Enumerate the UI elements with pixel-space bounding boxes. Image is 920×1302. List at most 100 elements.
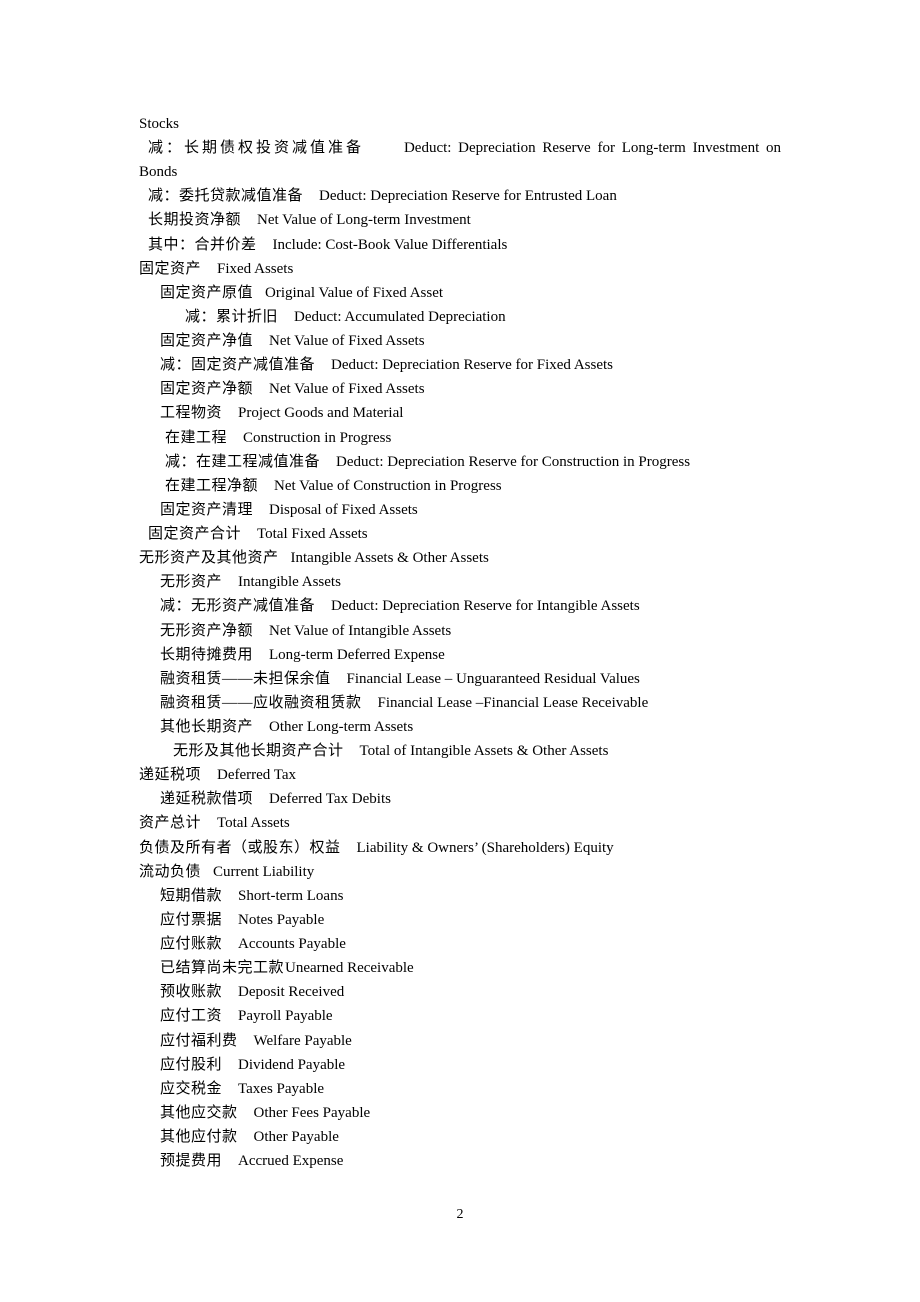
english-term: Long-term Deferred Expense: [269, 646, 445, 663]
english-term: Total Assets: [217, 815, 290, 832]
chinese-term: 其他应交款: [160, 1104, 238, 1121]
chinese-term: 在建工程净额: [165, 477, 259, 494]
chinese-term: 无形资产: [160, 574, 223, 591]
document-line: 其他长期资产 Other Long-term Assets: [160, 717, 413, 737]
english-term: Short-term Loans: [238, 887, 344, 904]
document-line: 无形资产净额 Net Value of Intangible Assets: [160, 621, 451, 641]
english-term: Fixed Assets: [217, 260, 294, 277]
document-line: 其他应交款 Other Fees Payable: [160, 1103, 370, 1123]
chinese-term: 长期待摊费用: [160, 646, 254, 663]
document-line: 在建工程 Construction in Progress: [165, 428, 391, 448]
document-line: 固定资产净值 Net Value of Fixed Assets: [160, 331, 425, 351]
english-term: Bonds: [139, 164, 178, 181]
english-term: Deduct: Depreciation Reserve for Intangi…: [331, 598, 640, 615]
chinese-term: 预提费用: [160, 1153, 223, 1170]
chinese-term: 已结算尚未完工款: [160, 960, 285, 977]
english-term: Payroll Payable: [238, 1008, 333, 1025]
english-term: Accounts Payable: [238, 936, 346, 953]
chinese-term: 减：在建工程减值准备: [165, 453, 321, 470]
english-term: Accrued Expense: [238, 1153, 344, 1170]
english-term: Deduct: Depreciation Reserve for Entrust…: [319, 188, 617, 205]
english-term: Deferred Tax Debits: [269, 791, 391, 808]
chinese-term: 其他长期资产: [160, 719, 254, 735]
document-line: 无形资产 Intangible Assets: [160, 572, 341, 592]
english-term: Other Fees Payable: [253, 1104, 371, 1121]
english-term: Stocks: [139, 116, 180, 132]
document-line: 应交税金 Taxes Payable: [160, 1079, 324, 1099]
document-line: 短期借款 Short-term Loans: [160, 886, 343, 906]
chinese-term: 固定资产合计: [148, 526, 242, 543]
english-term: Net Value of Construction in Progress: [274, 477, 502, 494]
document-line: 应付福利费 Welfare Payable: [160, 1031, 352, 1051]
chinese-term: 融资租赁——应收融资租赁款: [160, 694, 362, 711]
english-term: Deduct: Accumulated Depreciation: [294, 308, 506, 325]
chinese-term: 融资租赁——未担保余值: [160, 670, 331, 687]
english-term: Net Value of Fixed Assets: [269, 333, 425, 350]
english-term: Unearned Receivable: [285, 960, 414, 977]
chinese-term: 预收账款: [160, 984, 223, 1001]
document-line: 已结算尚未完工款Unearned Receivable: [160, 958, 414, 978]
document-line: 其他应付款 Other Payable: [160, 1127, 339, 1147]
chinese-term: 流动负债: [139, 863, 202, 880]
document-line: 预收账款 Deposit Received: [160, 982, 344, 1002]
chinese-term: 固定资产清理: [160, 501, 254, 518]
document-line: 负债及所有者（或股东）权益 Liability & Owners’ (Shareh…: [139, 838, 614, 858]
document-line: 应付账款 Accounts Payable: [160, 934, 346, 954]
chinese-term: 应付股利: [160, 1056, 223, 1073]
english-term: Intangible Assets: [238, 574, 341, 591]
chinese-term: 无形及其他长期资产合计: [173, 743, 344, 760]
document-line: 融资租赁——未担保余值 Financial Lease – Unguarantee…: [160, 669, 640, 689]
english-term: Other Long-term Assets: [269, 719, 414, 735]
chinese-term: 固定资产原值: [160, 284, 254, 301]
chinese-term: 应付福利费: [160, 1032, 238, 1049]
chinese-term: 减：无形资产减值准备: [160, 598, 316, 615]
document-line: 长期投资净额 Net Value of Long-term Investment: [148, 210, 471, 230]
chinese-term: 其中：合并价差: [148, 236, 257, 253]
english-term: Total of Intangible Assets & Other Asset…: [359, 743, 609, 760]
document-line: 减：累计折旧 Deduct: Accumulated Depreciation: [185, 307, 506, 327]
english-term: Other Payable: [253, 1129, 339, 1146]
document-line: 工程物资 Project Goods and Material: [160, 403, 403, 423]
chinese-term: 减：委托贷款减值准备: [148, 188, 304, 205]
english-term: Intangible Assets & Other Assets: [290, 550, 489, 567]
document-line: 减：在建工程减值准备 Deduct: Depreciation Reserve f…: [165, 452, 690, 472]
english-term: Deduct: Depreciation Reserve for Long-te…: [403, 140, 781, 157]
english-term: Deduct: Depreciation Reserve for Constru…: [336, 453, 691, 470]
document-page: Stocks 减：长期债权投资减值准备 Deduct: Depreciation R…: [0, 0, 920, 1302]
document-line: 预提费用 Accrued Expense: [160, 1151, 343, 1171]
chinese-term: 无形资产及其他资产: [139, 550, 279, 567]
chinese-term: 资产总计: [139, 815, 202, 832]
english-term: Deposit Received: [238, 984, 345, 1001]
english-term: Welfare Payable: [253, 1032, 352, 1049]
document-line: 无形及其他长期资产合计 Total of Intangible Assets & …: [173, 741, 608, 761]
document-line: 其中：合并价差 Include: Cost-Book Value Differen…: [148, 235, 507, 255]
document-line: Bonds: [139, 162, 177, 182]
chinese-term: 固定资产净额: [160, 381, 254, 398]
chinese-term: 工程物资: [160, 405, 223, 422]
chinese-term: 减：累计折旧: [185, 308, 279, 325]
document-line: 流动负债 Current Liability: [139, 862, 314, 882]
document-line: 融资租赁——应收融资租赁款 Financial Lease –Financial …: [160, 693, 648, 713]
english-term: Deferred Tax: [217, 767, 297, 784]
english-term: Financial Lease – Unguaranteed Residual …: [346, 670, 640, 687]
chinese-term: 负债及所有者（或股东）权益: [139, 839, 341, 856]
document-line: 固定资产原值 Original Value of Fixed Asset: [160, 283, 443, 303]
chinese-term: 短期借款: [160, 887, 223, 904]
chinese-term: 递延税款借项: [160, 791, 254, 808]
chinese-term: 减：长期债权投资减值准备: [148, 140, 365, 157]
document-line: 资产总计 Total Assets: [139, 813, 290, 833]
chinese-term: 应付工资: [160, 1008, 223, 1025]
document-line: 递延税款借项 Deferred Tax Debits: [160, 789, 391, 809]
english-term: Net Value of Fixed Assets: [269, 381, 425, 398]
document-line: 减：委托贷款减值准备 Deduct: Depreciation Reserve f…: [148, 186, 617, 206]
english-term: Liability & Owners’ (Shareholders) Equit…: [356, 839, 614, 856]
chinese-term: 长期投资净额: [148, 212, 242, 229]
chinese-term: 固定资产净值: [160, 333, 254, 350]
chinese-term: 应付票据: [160, 911, 223, 928]
english-term: Project Goods and Material: [238, 405, 404, 422]
english-term: Notes Payable: [238, 911, 325, 928]
chinese-term: 减：固定资产减值准备: [160, 357, 316, 374]
english-term: Construction in Progress: [243, 429, 392, 446]
chinese-term: 固定资产: [139, 260, 202, 277]
document-line: 固定资产 Fixed Assets: [139, 259, 293, 279]
